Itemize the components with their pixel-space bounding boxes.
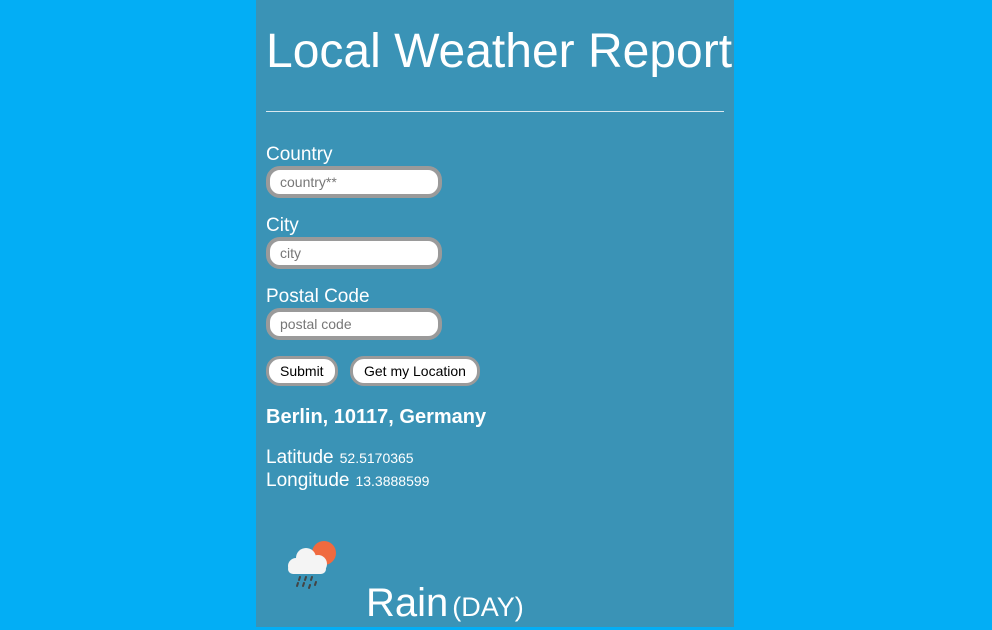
longitude-row: Longitude 13.3888599 xyxy=(266,470,429,492)
longitude-label: Longitude xyxy=(266,470,350,491)
country-label: Country xyxy=(266,144,333,165)
postal-code-label: Postal Code xyxy=(266,286,370,307)
weather-panel: Local Weather Report Country City Postal… xyxy=(256,0,734,627)
title-divider xyxy=(266,111,724,112)
city-input[interactable] xyxy=(270,241,438,265)
condition-text: Rain xyxy=(366,581,449,625)
day-period: (DAY) xyxy=(452,592,524,622)
latitude-label: Latitude xyxy=(266,447,334,468)
country-input[interactable] xyxy=(270,170,438,194)
postal-code-input[interactable] xyxy=(270,312,438,336)
longitude-value: 13.3888599 xyxy=(355,473,430,489)
rain-cloud-sun-icon xyxy=(288,541,336,589)
city-label: City xyxy=(266,215,299,236)
location-name: Berlin, 10117, Germany xyxy=(266,406,487,428)
latitude-row: Latitude 52.5170365 xyxy=(266,447,414,469)
page-title: Local Weather Report xyxy=(266,25,733,78)
latitude-value: 52.5170365 xyxy=(339,450,414,466)
country-field-frame xyxy=(266,166,442,198)
weather-condition: Rain (DAY) xyxy=(366,580,524,630)
city-field-frame xyxy=(266,237,442,269)
postal-code-field-frame xyxy=(266,308,442,340)
submit-button[interactable]: Submit xyxy=(266,356,338,386)
get-my-location-button[interactable]: Get my Location xyxy=(350,356,480,386)
